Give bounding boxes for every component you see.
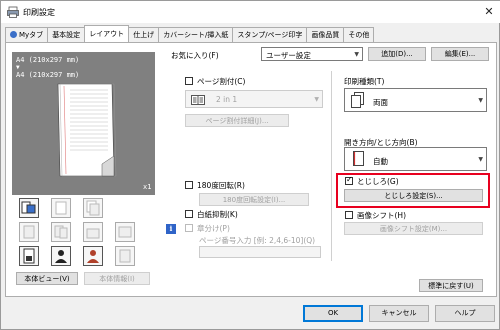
duplex-icon — [19, 198, 39, 218]
nup-label: ページ割付(C) — [197, 77, 246, 86]
window-title: 印刷設定 — [23, 8, 55, 17]
binding-value: 自動 — [373, 157, 388, 166]
image-shift-settings-button[interactable]: 画像シフト設定(M)... — [344, 222, 483, 235]
cancel-button[interactable]: キャンセル — [369, 305, 429, 322]
tab-image-quality[interactable]: 画像品質 — [306, 27, 345, 42]
tray-icon — [19, 222, 39, 242]
print-settings-dialog: 印刷設定 ✕ Myタブ 基本設定 レイアウト 仕上げ カバーシート/挿入紙 スタ… — [0, 0, 500, 330]
nup-select[interactable]: 2 in 1 ▼ — [185, 90, 323, 108]
device-view-button[interactable]: 本体ビュー(V) — [16, 272, 78, 285]
device-info-button[interactable]: 本体情報(I) — [84, 272, 150, 285]
chevron-down-icon: ▼ — [354, 51, 359, 58]
chevron-down-icon: ▼ — [478, 156, 483, 163]
highlight-frame — [336, 173, 490, 208]
tab-finishing[interactable]: 仕上げ — [128, 27, 160, 42]
user-auth-icon — [51, 246, 71, 266]
rotate-180-checkbox[interactable] — [185, 181, 193, 189]
pages-icon — [83, 198, 103, 218]
column-divider — [331, 71, 332, 261]
help-button[interactable]: ヘルプ — [435, 305, 495, 322]
copy-icon — [51, 222, 71, 242]
rotate-180-detail-button[interactable]: 180度回転設定(I)... — [199, 193, 309, 206]
print-type-label: 印刷種類(T) — [344, 77, 385, 86]
nup-value: 2 in 1 — [216, 95, 238, 104]
account-track-icon — [83, 246, 103, 266]
favorites-select[interactable]: ユーザー設定 ▼ — [261, 47, 363, 61]
blank-suppress-checkbox[interactable] — [185, 210, 193, 218]
restore-defaults-button[interactable]: 標準に戻す(U) — [419, 279, 483, 292]
user-icon — [10, 31, 17, 38]
chevron-down-icon: ▼ — [478, 97, 483, 104]
tab-other[interactable]: その他 — [343, 27, 375, 42]
tab-stamp[interactable]: スタンプ/ページ印字 — [232, 27, 308, 42]
preview-output-size: A4 (210x297 mm) — [16, 71, 80, 79]
binding-select[interactable]: 自動 ▼ — [344, 147, 487, 171]
page-number-input-label: ページ番号入力 [例: 2,4,6-10](Q) — [199, 236, 316, 245]
rotate-180-label: 180度回転(R) — [197, 181, 245, 190]
secure-print-icon — [19, 246, 39, 266]
ok-button[interactable]: OK — [303, 305, 363, 322]
add-favorite-button[interactable]: 追加(D)... — [368, 47, 426, 61]
tab-cover-sheet[interactable]: カバーシート/挿入紙 — [158, 27, 234, 42]
layout-preview: A4 (210x297 mm) ▼ A4 (210x297 mm) x1 — [12, 52, 155, 195]
tab-label: Myタブ — [19, 31, 44, 39]
chapter-checkbox[interactable] — [185, 224, 193, 232]
tab-label: スタンプ/ページ印字 — [237, 31, 303, 39]
output-icon — [115, 222, 135, 242]
print-type-select[interactable]: 両面 ▼ — [344, 88, 487, 112]
tab-basic[interactable]: 基本設定 — [47, 27, 86, 42]
down-arrow-icon: ▼ — [16, 64, 20, 71]
tab-label: レイアウト — [89, 30, 125, 38]
favorites-value: ユーザー設定 — [266, 51, 311, 60]
edit-favorite-button[interactable]: 編集(E)... — [431, 47, 489, 61]
duplex-page-icon — [351, 92, 364, 108]
tab-my-tab[interactable]: Myタブ — [5, 27, 49, 42]
nup-detail-button[interactable]: ページ割付詳細(J)... — [185, 114, 289, 127]
printer-icon — [7, 6, 19, 18]
tab-label: 仕上げ — [133, 31, 155, 39]
box-save-icon — [115, 246, 135, 266]
staple-icon — [51, 198, 71, 218]
image-shift-checkbox[interactable] — [345, 211, 353, 219]
title-bar: 印刷設定 ✕ — [1, 1, 500, 23]
blank-suppress-label: 白紙抑制(K) — [197, 210, 238, 219]
image-shift-label: 画像シフト(H) — [357, 211, 406, 220]
favorites-label: お気に入り(F) — [171, 51, 219, 60]
tab-label: 画像品質 — [311, 31, 340, 39]
nup-checkbox[interactable] — [185, 77, 193, 85]
page-number-input[interactable] — [199, 246, 321, 258]
stack-icon — [83, 222, 103, 242]
tab-strip: Myタブ 基本設定 レイアウト 仕上げ カバーシート/挿入紙 スタンプ/ページ印… — [5, 25, 375, 42]
tab-label: カバーシート/挿入紙 — [163, 31, 229, 39]
info-icon: i — [166, 224, 176, 234]
tab-layout[interactable]: レイアウト — [84, 25, 130, 42]
tab-label: その他 — [348, 31, 370, 39]
close-icon[interactable]: ✕ — [481, 4, 497, 20]
binding-page-icon — [353, 151, 364, 166]
preview-copies: x1 — [143, 183, 152, 191]
chapter-label: 章分け(P) — [197, 224, 230, 233]
tab-label: 基本設定 — [52, 31, 81, 39]
preview-paper-size: A4 (210x297 mm) — [16, 56, 80, 64]
nup-icon — [191, 95, 205, 105]
preview-page-illustration — [57, 83, 117, 177]
chevron-down-icon: ▼ — [314, 96, 319, 103]
print-type-value: 両面 — [373, 98, 388, 107]
